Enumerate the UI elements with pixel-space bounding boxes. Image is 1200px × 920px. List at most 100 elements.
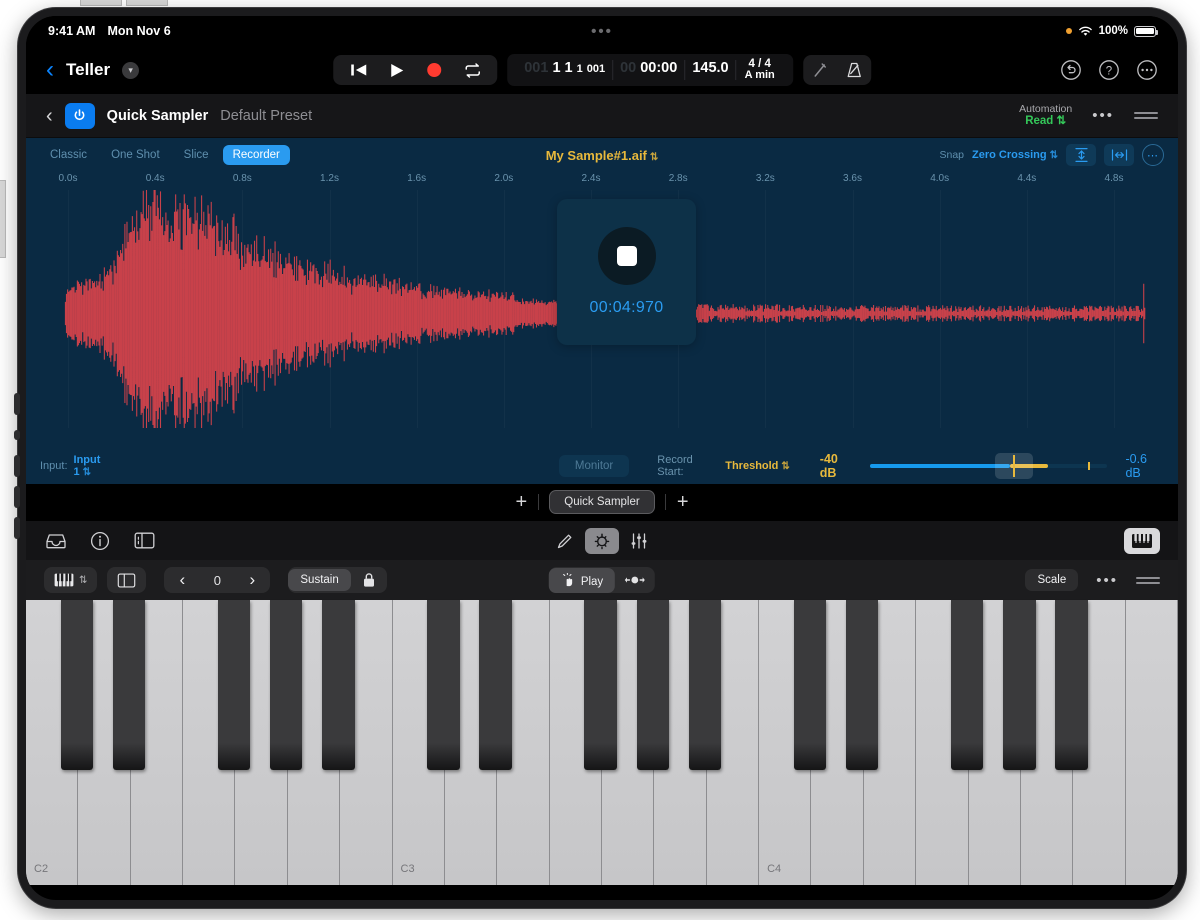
info-button[interactable] [88, 529, 112, 553]
ipad-device-frame: 9:41 AM Mon Nov 6 ••• 100% ‹ Teller ▾ 00… [14, 8, 1186, 908]
wifi-icon [1078, 26, 1092, 36]
project-menu-chevron-down-icon[interactable]: ▾ [122, 61, 140, 79]
sustain-lock-group: Sustain [288, 567, 387, 593]
sampler-mode-bar: Classic One Shot Slice Recorder My Sampl… [26, 138, 1178, 168]
piano-black-key[interactable] [688, 600, 722, 770]
ruler-tick: 2.0s [494, 173, 514, 184]
scale-button[interactable]: Scale [1025, 569, 1079, 591]
snap-label: Snap [939, 149, 965, 161]
octave-next-button[interactable]: › [234, 567, 270, 593]
automation-label: Automation [1019, 102, 1073, 115]
input-level-meter[interactable] [870, 453, 1108, 479]
play-button[interactable] [377, 55, 415, 85]
project-name[interactable]: Teller [66, 60, 110, 80]
ruler-tick: 0.0s [58, 173, 78, 184]
plugin-more-button[interactable]: ••• [1092, 107, 1114, 124]
lcd-bars-segment[interactable]: 001 1 1 1 001 [517, 60, 614, 80]
stop-recording-button[interactable] [597, 227, 656, 285]
plugin-slot-quick-sampler[interactable]: Quick Sampler [549, 490, 655, 514]
input-selector[interactable]: Input 1 ⇅ [74, 454, 119, 478]
time-ruler[interactable]: 0.0s 0.4s 0.8s 1.2s 1.6s 2.0s 2.4s 2.8s 3.2s 3.6s… [26, 170, 1178, 190]
keyboard-layout-button[interactable] [107, 567, 147, 593]
horizontal-fit-icon [1111, 149, 1127, 161]
piano-black-key[interactable] [950, 600, 984, 770]
lock-button[interactable] [351, 567, 387, 593]
plugin-resize-handle[interactable] [1134, 109, 1158, 122]
lcd-time: 00:00 [640, 60, 678, 76]
keyboard-toggle-button[interactable] [1124, 527, 1160, 554]
play-button[interactable]: Play [548, 567, 616, 593]
background-artifact-1 [80, 0, 122, 6]
rewind-button[interactable] [339, 55, 377, 85]
meter-threshold-handle[interactable] [995, 453, 1034, 479]
library-button[interactable] [44, 529, 68, 553]
plugin-preset[interactable]: Default Preset [220, 108, 312, 124]
lcd-tempo-segment[interactable]: 145.0 [685, 60, 737, 80]
threshold-db-value[interactable]: -40 dB [820, 452, 857, 480]
tuner-button[interactable] [803, 55, 837, 85]
main-toolbar: ‹ Teller ▾ 001 1 1 1 001 00 00:00 145.0 … [26, 46, 1178, 94]
smart-controls-button[interactable] [585, 527, 619, 554]
mixer-button[interactable] [627, 529, 651, 553]
piano-black-key[interactable] [322, 600, 355, 770]
record-start-selector[interactable]: Threshold ⇅ [725, 460, 790, 472]
lcd-key: A min [744, 69, 775, 82]
mode-tab-recorder[interactable]: Recorder [222, 145, 290, 165]
piano-black-key[interactable] [584, 600, 617, 770]
lcd-division: 1 [576, 63, 583, 75]
cycle-button[interactable] [453, 55, 491, 85]
mode-tab-one-shot[interactable]: One Shot [101, 145, 170, 165]
record-button[interactable] [415, 55, 453, 85]
piano-black-key[interactable] [1003, 600, 1036, 770]
lcd-signature-segment[interactable]: 4 / 4 A min [737, 58, 783, 82]
piano-white-key[interactable] [1125, 600, 1178, 885]
meter-level-fill [870, 464, 1011, 468]
undo-button[interactable] [1060, 59, 1082, 81]
piano-black-key[interactable] [217, 600, 251, 770]
ruler-tick: 2.8s [668, 173, 688, 184]
more-button[interactable] [1136, 59, 1158, 81]
back-button[interactable]: ‹ [46, 58, 54, 82]
status-date: Mon Nov 6 [107, 24, 171, 38]
piano-keyboard[interactable]: C2 C3 C4 [26, 600, 1178, 885]
monitor-button[interactable]: Monitor [558, 455, 630, 477]
metronome-button[interactable] [837, 55, 871, 85]
automation-value: Read ⇅ [1025, 114, 1067, 127]
piano-black-key[interactable] [427, 600, 460, 770]
octave-prev-button[interactable]: ‹ [164, 567, 200, 593]
piano-black-key[interactable] [479, 600, 512, 770]
piano-black-key[interactable] [846, 600, 879, 770]
waveform-display[interactable]: 00:04:970 [26, 190, 1178, 428]
piano-black-key[interactable] [636, 600, 669, 770]
lcd-time-segment[interactable]: 00 00:00 [613, 60, 686, 80]
vertical-zoom-button[interactable] [1066, 144, 1096, 166]
lcd-display[interactable]: 001 1 1 1 001 00 00:00 145.0 4 / 4 A min [507, 54, 793, 86]
piano-black-key[interactable] [112, 600, 146, 770]
horizontal-zoom-button[interactable] [1104, 144, 1134, 166]
automation-control[interactable]: Automation Read ⇅ [1019, 103, 1072, 128]
piano-black-key[interactable] [793, 600, 827, 770]
piano-black-key[interactable] [1055, 600, 1088, 770]
add-plugin-right-button[interactable]: + [666, 491, 700, 514]
keyboard-type-selector[interactable]: ⇅ [44, 567, 98, 593]
piano-black-key[interactable] [60, 600, 93, 770]
help-button[interactable]: ? [1098, 59, 1120, 81]
mode-tab-classic[interactable]: Classic [40, 145, 97, 165]
panel-layout-button[interactable] [132, 529, 156, 553]
piano-black-key[interactable] [270, 600, 303, 770]
device-side-button-2 [14, 430, 20, 440]
add-plugin-left-button[interactable]: + [504, 491, 538, 514]
pencil-tool-button[interactable] [553, 529, 577, 553]
sampler-options-button[interactable]: ⋯ [1142, 144, 1164, 166]
quick-sampler-panel: Classic One Shot Slice Recorder My Sampl… [26, 138, 1178, 484]
pitch-bend-button[interactable] [615, 567, 655, 593]
keyboard-more-button[interactable]: ••• [1096, 572, 1118, 589]
plugin-back-button[interactable]: ‹ [46, 106, 53, 126]
sustain-button[interactable]: Sustain [288, 569, 351, 591]
snap-value-selector[interactable]: Zero Crossing ⇅ [972, 149, 1058, 161]
ruler-tick: 3.2s [755, 173, 775, 184]
mode-tab-slice[interactable]: Slice [174, 145, 219, 165]
keyboard-resize-handle[interactable] [1136, 574, 1160, 587]
sample-name-selector[interactable]: My Sample#1.aif ⇅ [546, 148, 659, 163]
plugin-power-button[interactable] [64, 102, 95, 129]
